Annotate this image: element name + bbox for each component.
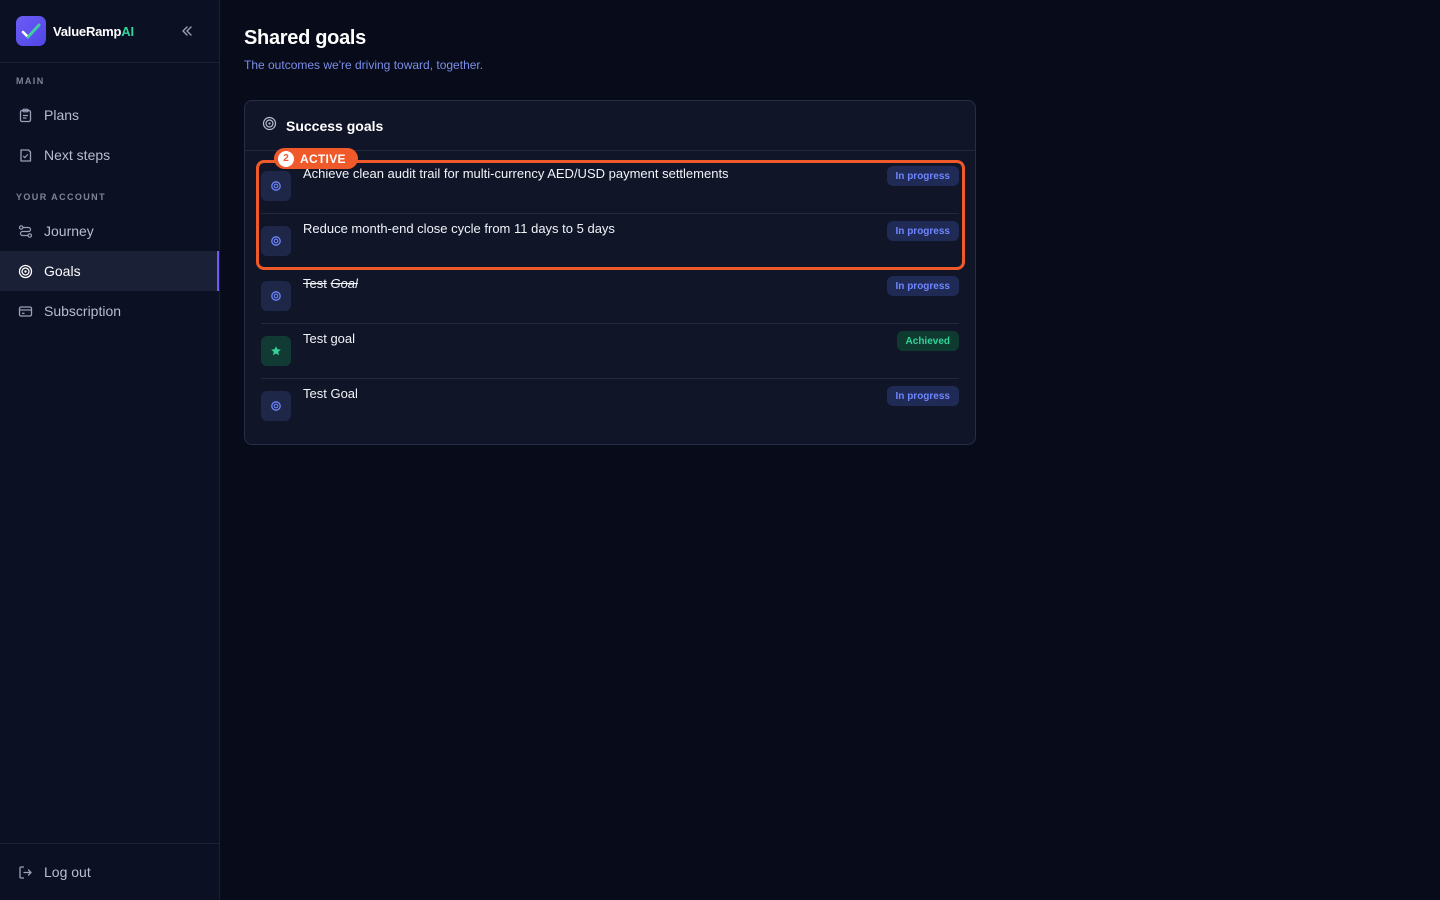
page-title: Shared goals [244, 27, 366, 49]
section-main-label: MAIN [16, 76, 45, 86]
goal-title: Test Goal [303, 386, 358, 401]
goal-target-icon [261, 226, 291, 256]
brand-name: ValueRampAI [53, 23, 134, 39]
goal-title: Test goal [303, 331, 356, 346]
sidebar-item-journey[interactable]: Journey [0, 211, 219, 251]
goal-title: Test Goal [303, 276, 358, 291]
goal-title-part: Test [303, 276, 327, 291]
brand-suffix: AI [121, 23, 134, 39]
target-icon [17, 263, 34, 280]
goal-row[interactable]: Test goal Achieved [261, 324, 959, 379]
star-icon [261, 336, 291, 366]
page-subtitle: The outcomes we're driving toward, toget… [244, 58, 484, 72]
status-badge: Achieved [896, 331, 959, 351]
goal-row[interactable]: Reduce month-end close cycle from 11 day… [261, 214, 959, 269]
collapse-sidebar-button[interactable] [178, 22, 196, 40]
sidebar-footer: Log out [0, 843, 219, 900]
sidebar-item-label: Next steps [44, 147, 111, 163]
goal-row[interactable]: Test Goal In progress [261, 379, 959, 434]
sidebar-item-next-steps[interactable]: Next steps [0, 135, 219, 175]
goal-title: Reduce month-end close cycle from 11 day… [303, 221, 615, 236]
logout-button[interactable]: Log out [0, 852, 219, 892]
target-icon [262, 116, 277, 136]
goal-title-part: Goal [330, 276, 358, 291]
card-header: Success goals [245, 101, 975, 151]
route-icon [17, 223, 34, 240]
checklist-icon [17, 147, 34, 164]
goal-target-icon [261, 171, 291, 201]
chevrons-left-icon [182, 26, 192, 36]
status-badge: In progress [886, 221, 959, 241]
sidebar-item-plans[interactable]: Plans [0, 95, 219, 135]
sidebar-item-subscription[interactable]: Subscription [0, 291, 219, 331]
active-badge: 2 ACTIVE [274, 148, 358, 169]
sidebar-item-goals[interactable]: Goals [0, 251, 219, 291]
goal-target-icon [261, 391, 291, 421]
brand: ValueRampAI [0, 0, 219, 63]
sidebar-item-label: Plans [44, 107, 80, 123]
goal-row[interactable]: Achieve clean audit trail for multi-curr… [261, 159, 959, 214]
credit-card-icon [17, 303, 34, 320]
sidebar: ValueRampAI MAIN Plans Next steps YOUR A… [0, 0, 220, 900]
sidebar-item-label: Journey [44, 223, 94, 239]
logo-icon [16, 16, 46, 46]
logout-icon [17, 864, 34, 881]
active-count: 2 [278, 150, 294, 167]
card-title: Success goals [286, 117, 384, 134]
sidebar-item-label: Goals [44, 263, 81, 279]
goal-target-icon [261, 281, 291, 311]
status-badge: In progress [886, 166, 959, 186]
logout-label: Log out [44, 864, 91, 880]
sidebar-item-label: Subscription [44, 303, 122, 319]
goal-row[interactable]: Test Goal In progress [261, 269, 959, 324]
goal-title: Achieve clean audit trail for multi-curr… [303, 166, 729, 181]
status-badge: In progress [886, 276, 959, 296]
status-badge: In progress [886, 386, 959, 406]
clipboard-icon [17, 107, 34, 124]
active-label: ACTIVE [300, 151, 346, 166]
section-account-label: YOUR ACCOUNT [16, 192, 106, 202]
